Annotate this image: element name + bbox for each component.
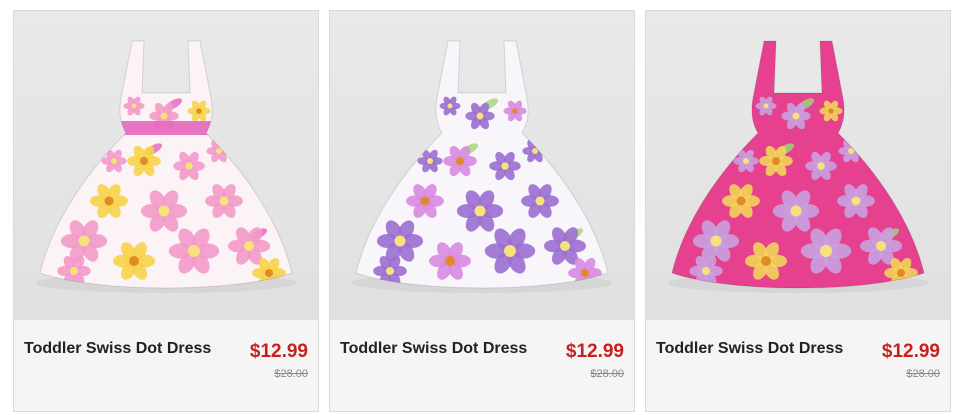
dress-illustration: [352, 40, 612, 293]
product-card-2[interactable]: Toddler Swiss Dot Dress $12.99 $28.00: [329, 10, 635, 412]
product-info: Toddler Swiss Dot Dress $12.99 $28.00: [330, 320, 634, 411]
product-price: $12.99: [565, 341, 624, 362]
product-original-price: $28.00: [590, 368, 624, 380]
product-info: Toddler Swiss Dot Dress $12.99 $28.00: [646, 320, 950, 411]
product-name[interactable]: Toddler Swiss Dot Dress: [340, 340, 527, 358]
product-original-price: $28.00: [274, 368, 308, 380]
dress-illustration: [36, 40, 296, 293]
product-name[interactable]: Toddler Swiss Dot Dress: [24, 340, 211, 358]
product-image[interactable]: [330, 11, 634, 320]
product-original-price: $28.00: [906, 368, 940, 380]
product-info: Toddler Swiss Dot Dress $12.99 $28.00: [14, 320, 318, 411]
product-card-3[interactable]: Toddler Swiss Dot Dress $12.99 $28.00: [645, 10, 951, 412]
product-image[interactable]: [646, 11, 950, 320]
product-name[interactable]: Toddler Swiss Dot Dress: [656, 340, 843, 358]
product-price: $12.99: [881, 341, 940, 362]
product-price: $12.99: [249, 341, 308, 362]
dress-illustration: [668, 40, 928, 293]
product-image[interactable]: [14, 11, 318, 320]
product-card-1[interactable]: Toddler Swiss Dot Dress $12.99 $28.00: [13, 10, 319, 412]
